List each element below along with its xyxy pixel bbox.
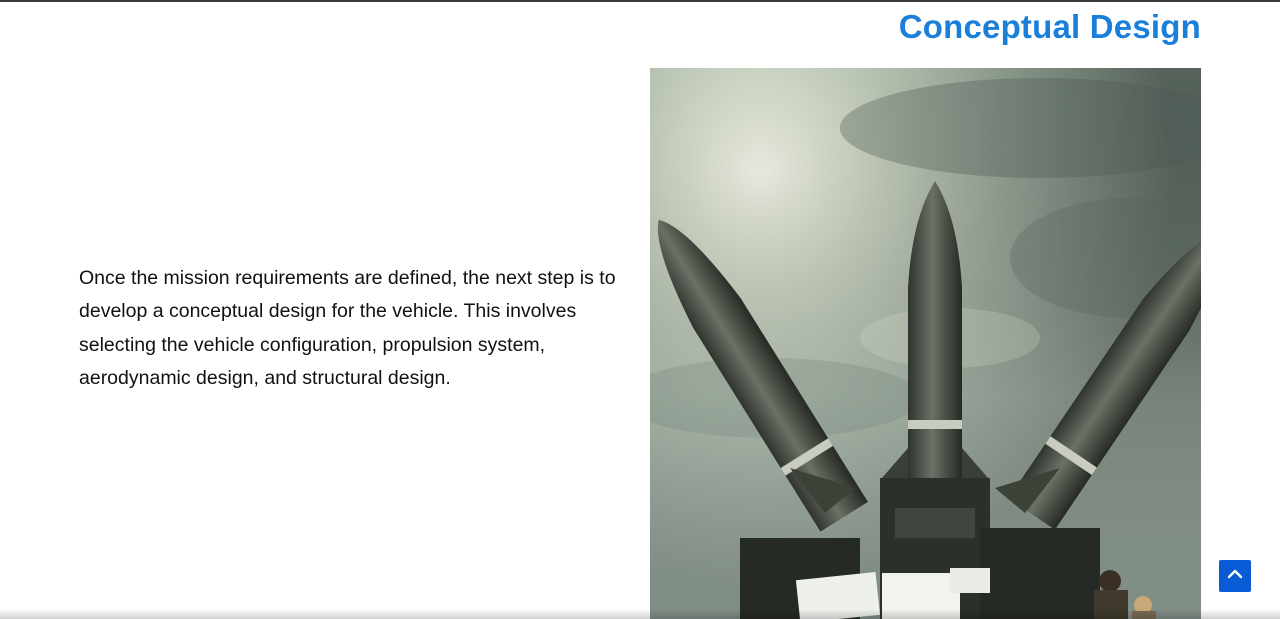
section-title: Conceptual Design [898,8,1201,45]
top-divider [0,0,1280,2]
chevron-up-icon [1226,565,1244,588]
section-body-text: Once the mission requirements are define… [79,267,616,390]
scroll-to-top-button[interactable] [1219,560,1251,592]
missile-launcher-image [650,68,1201,619]
